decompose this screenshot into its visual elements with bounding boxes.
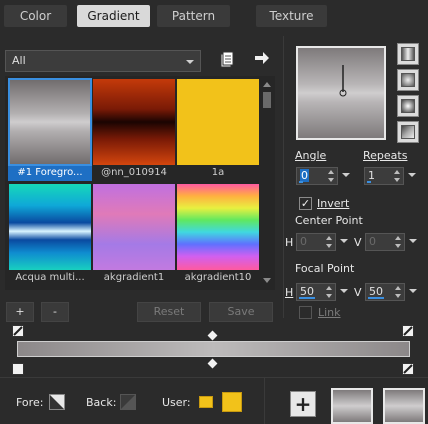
focal-h-label: H — [285, 286, 294, 299]
background-swatch[interactable] — [120, 394, 136, 410]
chevron-down-icon[interactable] — [340, 239, 348, 243]
gradient-category-dropdown[interactable]: All — [5, 50, 201, 72]
tab-gradient[interactable]: Gradient — [77, 5, 150, 27]
footer-divider — [0, 377, 428, 378]
chevron-down-icon[interactable] — [409, 239, 417, 243]
color-stop-right[interactable] — [402, 363, 414, 375]
gallery-item-label: #1 Foregro... — [8, 165, 92, 181]
gallery-item[interactable]: @nn_010914 — [92, 79, 176, 181]
tab-color[interactable]: Color — [4, 5, 67, 27]
user-label: User: — [162, 396, 191, 409]
center-h-input[interactable]: 0 — [296, 233, 348, 251]
gradient-swatch — [9, 184, 91, 270]
add-swatch-button[interactable]: + — [290, 391, 316, 417]
gradient-editor-bar[interactable] — [17, 341, 410, 357]
opacity-stop-right[interactable] — [402, 325, 414, 337]
gradient-gallery: #1 Foregro... @nn_010914 1a Acqua multi.… — [5, 76, 275, 290]
focal-v-slider-fill — [368, 297, 384, 299]
gradient-swatch — [8, 78, 92, 166]
gallery-item[interactable]: akgradient10 — [176, 184, 260, 286]
dropdown-value: All — [12, 54, 26, 67]
chevron-down-icon[interactable] — [342, 173, 350, 177]
gradient-preview[interactable] — [296, 46, 386, 140]
link-checkbox[interactable] — [299, 306, 312, 319]
repeats-label: Repeats — [363, 149, 408, 162]
gallery-item-label: akgradient10 — [184, 272, 252, 283]
center-h-stepper[interactable] — [326, 235, 334, 249]
scroll-down-icon[interactable] — [263, 278, 271, 283]
scroll-up-icon[interactable] — [263, 82, 271, 87]
opacity-stop-left[interactable] — [12, 325, 24, 337]
chevron-down-icon[interactable] — [409, 289, 417, 293]
rectangular-style-button[interactable] — [397, 69, 419, 91]
scroll-thumb[interactable] — [263, 92, 271, 108]
opacity-midpoint[interactable] — [207, 330, 218, 341]
center-v-value: 0 — [369, 235, 376, 248]
angle-handle-icon[interactable] — [333, 64, 353, 104]
gallery-item-label: Acqua multi... — [15, 272, 85, 283]
angle-input[interactable]: 0 — [296, 167, 350, 185]
arrow-right-icon[interactable] — [254, 51, 270, 65]
fore-label: Fore: — [16, 396, 44, 409]
focal-v-label: V — [354, 286, 362, 299]
chevron-down-icon[interactable] — [340, 289, 348, 293]
gradient-swatch — [177, 184, 259, 270]
gallery-item-label: 1a — [211, 167, 225, 178]
foreground-swatch[interactable] — [49, 394, 65, 410]
angle-label: Angle — [295, 149, 327, 162]
center-v-label: V — [354, 236, 362, 249]
invert-label: Invert — [317, 197, 350, 210]
remove-button[interactable]: - — [41, 302, 69, 322]
gallery-item[interactable]: #1 Foregro... — [8, 78, 92, 181]
gallery-item[interactable]: Acqua multi... — [8, 184, 92, 286]
linear-style-button[interactable] — [397, 43, 419, 65]
repeats-input[interactable]: 1 — [364, 167, 416, 185]
center-point-label: Center Point — [295, 214, 363, 227]
reset-button[interactable]: Reset — [137, 302, 201, 322]
user-color-swatch[interactable] — [199, 396, 213, 408]
user-color-swatch-large[interactable] — [222, 392, 242, 412]
center-v-input[interactable]: 0 — [365, 233, 417, 251]
invert-checkbox[interactable]: ✓ — [299, 197, 312, 210]
add-button[interactable]: + — [6, 302, 34, 322]
gallery-item[interactable]: akgradient1 — [92, 184, 176, 286]
focal-v-stepper[interactable] — [395, 285, 403, 299]
gradient-swatch — [177, 79, 259, 165]
angle-stepper[interactable] — [328, 169, 336, 183]
color-stop-left[interactable] — [12, 363, 24, 375]
browse-folder-icon[interactable] — [220, 51, 234, 68]
link-label: Link — [318, 306, 341, 319]
repeats-slider-fill — [367, 181, 371, 183]
radial-style-button[interactable] — [397, 95, 419, 117]
back-label: Back: — [86, 396, 117, 409]
gradient-swatch — [93, 79, 175, 165]
gallery-item-label: akgradient1 — [103, 272, 165, 283]
center-h-value: 0 — [300, 235, 307, 248]
gradient-swatch — [93, 184, 175, 270]
save-button[interactable]: Save — [209, 302, 273, 322]
chevron-down-icon — [186, 60, 194, 64]
focal-h-stepper[interactable] — [326, 285, 334, 299]
center-h-label: H — [285, 236, 294, 249]
chevron-down-icon[interactable] — [408, 173, 416, 177]
tab-pattern[interactable]: Pattern — [157, 5, 230, 27]
center-v-stepper[interactable] — [395, 235, 403, 249]
gallery-item[interactable]: 1a — [176, 79, 260, 181]
gallery-item-label: @nn_010914 — [101, 167, 167, 178]
saved-gradient-swatch[interactable] — [331, 388, 373, 424]
angle-slider-fill — [299, 181, 303, 183]
repeats-stepper[interactable] — [394, 169, 402, 183]
color-midpoint[interactable] — [207, 358, 218, 369]
focal-point-label: Focal Point — [295, 262, 355, 275]
panel-divider — [283, 36, 284, 318]
footer-vertical-divider — [264, 378, 265, 424]
gallery-scrollbar[interactable] — [262, 80, 272, 285]
focal-h-slider-fill — [299, 297, 315, 299]
focal-h-input[interactable]: 50 — [296, 283, 348, 301]
tab-texture[interactable]: Texture — [256, 5, 327, 27]
focal-v-input[interactable]: 50 — [365, 283, 417, 301]
saved-gradient-swatch[interactable] — [383, 388, 425, 424]
sunburst-style-button[interactable] — [397, 121, 419, 143]
